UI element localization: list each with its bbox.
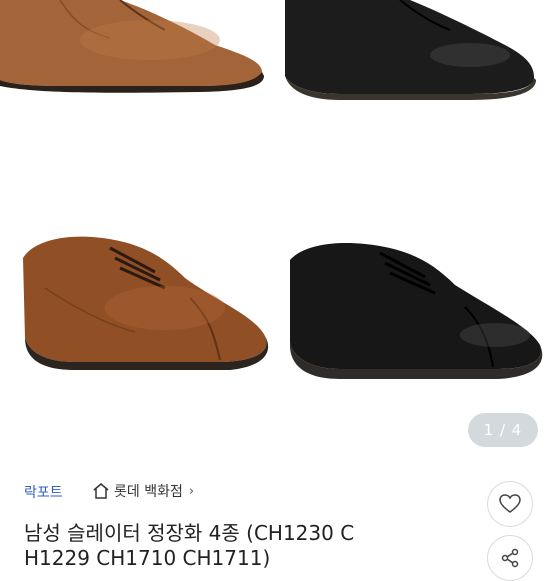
tan-captoe-shoe-image [23, 236, 269, 370]
brand-link[interactable]: 락포트 [24, 482, 63, 502]
house-icon [93, 483, 109, 499]
counter-separator: / [494, 421, 512, 439]
heart-icon [499, 494, 521, 513]
black-derby-shoe-image [285, 0, 536, 100]
product-title: 남성 슬레이터 정장화 4종 (CH1230 C [24, 521, 355, 545]
product-info: 락포트 롯데 백화점 › 남성 슬레이터 정장화 4종 (CH1230 C H1… [0, 462, 555, 581]
favorite-button[interactable] [487, 481, 533, 527]
share-button[interactable] [487, 535, 533, 581]
counter-total: 4 [511, 421, 523, 439]
chevron-right-icon: › [188, 483, 195, 499]
product-image-gallery[interactable]: 1 / 4 [0, 0, 555, 462]
store-name: 롯데 백화점 [114, 484, 183, 500]
image-counter-badge: 1 / 4 [468, 413, 538, 447]
black-captoe-shoe-image [289, 243, 543, 379]
counter-current: 1 [483, 421, 495, 439]
share-icon [501, 548, 519, 568]
tan-derby-shoe-image [0, 0, 264, 93]
store-link[interactable]: 롯데 백화점 › [92, 481, 194, 501]
product-title-line2: H1229 CH1710 CH1711) [24, 546, 271, 570]
